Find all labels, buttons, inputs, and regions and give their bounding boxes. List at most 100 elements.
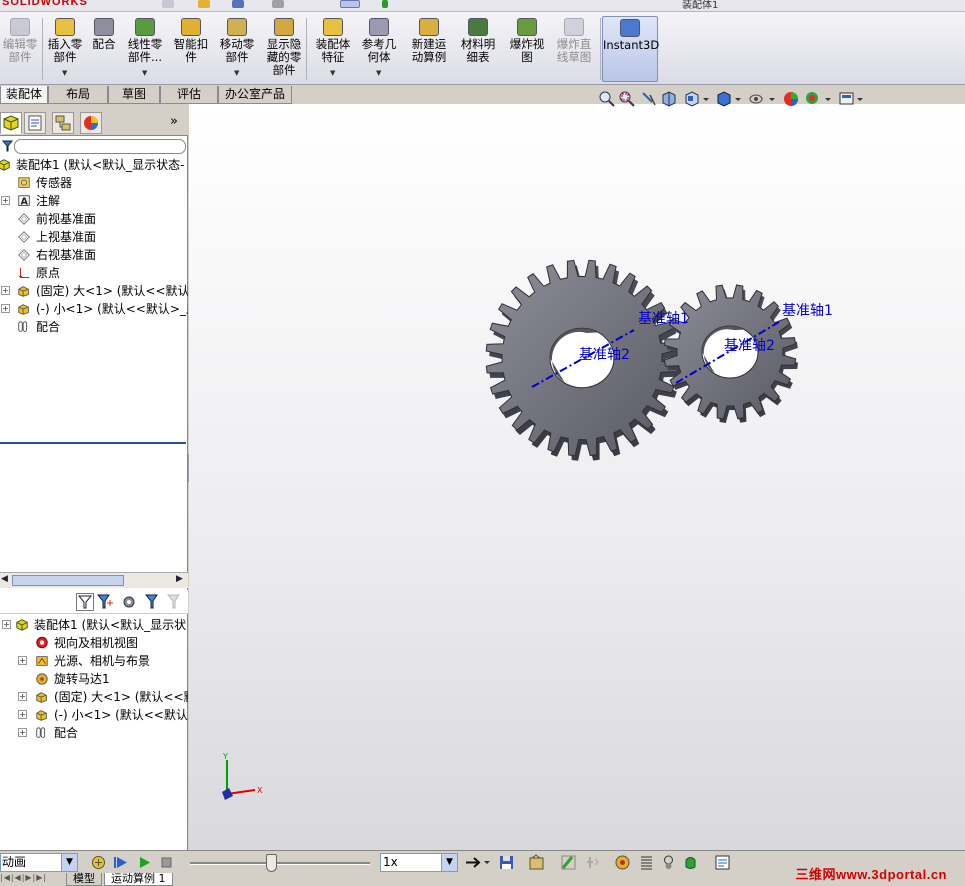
new-document-icon[interactable] [162,0,174,8]
add-key-icon[interactable] [584,854,601,871]
panel-expand-button[interactable]: » [170,114,178,129]
save-animation-icon[interactable] [498,854,515,871]
chevron-down-icon[interactable]: ▼ [61,854,77,871]
assembly-features-button[interactable]: 装配体 特征 ▼ [310,16,356,82]
spring-icon[interactable] [638,854,655,871]
motor-icon[interactable] [614,854,631,871]
zoom-to-area-icon[interactable] [618,90,636,108]
motion-study-properties-icon[interactable] [714,854,731,871]
chevron-down-icon[interactable]: ▼ [62,67,67,80]
scroll-right-icon[interactable]: ▶ [176,574,183,584]
expand-toggle-icon[interactable]: + [18,728,27,737]
rebuild-icon[interactable] [382,0,388,8]
smart-fasteners-button[interactable]: 智能扣 件 [170,16,212,82]
tab-layout[interactable]: 布局 [48,86,108,104]
print-icon[interactable] [272,0,284,8]
tab-office-products[interactable]: 办公室产品 [218,86,292,104]
tree-item[interactable]: + (-) 小<1> (默认<<默认> [0,706,188,724]
contact-icon[interactable] [660,854,677,871]
autokey-icon[interactable] [560,854,577,871]
gravity-icon[interactable] [682,854,699,871]
tree-filter-input[interactable] [14,139,186,154]
horizontal-scrollbar[interactable]: ◀ ▶ [0,572,188,588]
section-view-icon[interactable] [660,90,678,108]
play-icon[interactable] [136,854,153,871]
apply-scene-icon[interactable] [804,90,832,108]
tree-item[interactable]: 旋转马达1 [0,670,188,688]
scroll-left-icon[interactable]: ◀ [1,574,8,584]
instant3d-button[interactable]: Instant3D [602,16,659,82]
new-motion-study-button[interactable]: 新建运 动算例 [406,16,452,82]
graphics-area[interactable]: 基准轴1 基准轴2 基准轴1 基准轴2 Y X [189,104,965,850]
open-folder-icon[interactable] [198,0,210,8]
playback-mode-icon[interactable] [464,854,492,871]
previous-view-icon[interactable] [640,90,658,108]
expand-toggle-icon[interactable]: + [1,196,10,205]
tab-navigation-icon[interactable]: |◀|◀|▶|▶| [0,873,47,882]
expand-toggle-icon[interactable]: + [2,620,11,629]
tree-item[interactable]: 原点 [0,264,188,282]
datum-axis-label[interactable]: 基准轴1 [638,310,689,327]
playback-speed-select[interactable]: 1x ▼ [380,853,458,872]
datum-axis-label[interactable]: 基准轴1 [782,302,833,319]
view-orientation-icon[interactable] [684,90,710,108]
insert-component-button[interactable]: 插入零 部件 ▼ [44,16,86,82]
edit-appearance-icon[interactable] [782,90,800,108]
tab-sketch[interactable]: 草图 [108,86,160,104]
tree-item[interactable]: 传感器 [0,174,188,192]
filter-disabled-icon[interactable] [166,593,184,611]
tree-item[interactable]: + (-) 小<1> (默认<<默认>_显 [0,300,188,318]
tree-item[interactable]: 视向及相机视图 [0,634,188,652]
property-manager-tab[interactable] [24,112,46,134]
expand-toggle-icon[interactable]: + [1,304,10,313]
filter-results-icon[interactable] [144,593,162,611]
tree-item[interactable]: + (固定) 大<1> (默认<<默 [0,688,188,706]
filter-driving-icon[interactable] [96,593,114,611]
show-hidden-components-button[interactable]: 显示隐 藏的零 部件 [260,16,308,82]
datum-axis-label[interactable]: 基准轴2 [724,337,775,354]
display-style-icon[interactable] [716,90,742,108]
playback-slider-track[interactable] [190,862,370,865]
small-gear[interactable] [663,284,799,423]
tree-item[interactable]: + 配合 [0,724,188,742]
tree-item[interactable]: + (固定) 大<1> (默认<<默认>_ [0,282,188,300]
datum-axis-label[interactable]: 基准轴2 [579,346,630,363]
play-from-start-icon[interactable] [112,854,129,871]
tree-item[interactable]: + A 注解 [0,192,188,210]
save-icon[interactable] [232,0,244,8]
chevron-down-icon[interactable]: ▼ [376,67,381,80]
feature-manager-tab[interactable] [0,112,22,134]
display-manager-tab[interactable] [80,112,102,134]
expand-toggle-icon[interactable]: + [18,692,27,701]
expand-toggle-icon[interactable]: + [1,286,10,295]
playback-slider-thumb[interactable] [266,854,277,872]
study-type-select[interactable]: 动画 ▼ [0,853,78,872]
filter-selected-icon[interactable] [120,593,138,611]
tree-item[interactable]: 装配体1 (默认<默认_显示状态- [0,156,188,174]
configuration-manager-tab[interactable] [52,112,74,134]
tab-evaluate[interactable]: 评估 [160,86,218,104]
tree-item[interactable]: 前视基准面 [0,210,188,228]
tree-item[interactable]: 右视基准面 [0,246,188,264]
move-component-button[interactable]: 移动零 部件 ▼ [214,16,260,82]
chevron-down-icon[interactable]: ▼ [142,67,147,80]
chevron-down-icon[interactable]: ▼ [330,67,335,80]
animation-wizard-icon[interactable] [528,854,545,871]
tab-motion-study[interactable]: 运动算例 1 [104,873,173,886]
exploded-view-button[interactable]: 爆炸视 图 [504,16,550,82]
reference-geometry-button[interactable]: 参考几 何体 ▼ [356,16,402,82]
view-settings-icon[interactable] [838,90,864,108]
bill-of-materials-button[interactable]: 材料明 细表 [454,16,502,82]
expand-toggle-icon[interactable]: + [18,710,27,719]
tab-assembly[interactable]: 装配体 [0,86,48,104]
expand-toggle-icon[interactable]: + [18,656,27,665]
zoom-to-fit-icon[interactable] [598,90,616,108]
linear-pattern-button[interactable]: 线性零 部件... ▼ [122,16,168,82]
stop-icon[interactable] [158,854,175,871]
mate-button[interactable]: 配合 [88,16,120,82]
filter-animation-icon[interactable] [76,593,94,611]
tree-item[interactable]: 上视基准面 [0,228,188,246]
select-icon[interactable] [340,0,360,8]
panel-split-divider[interactable] [0,442,186,444]
chevron-down-icon[interactable]: ▼ [441,854,457,871]
